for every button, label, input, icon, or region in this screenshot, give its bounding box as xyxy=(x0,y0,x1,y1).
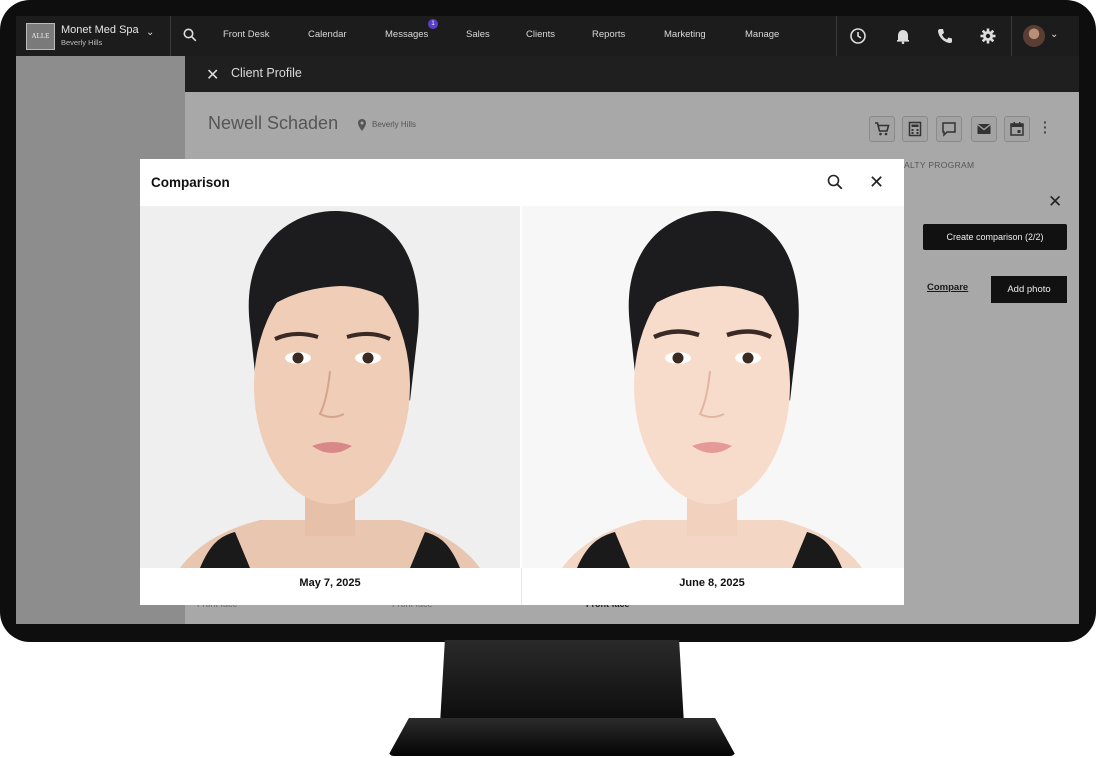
add-photo-button[interactable]: Add photo xyxy=(991,276,1067,303)
clock-icon[interactable] xyxy=(849,27,867,45)
close-icon[interactable]: ✕ xyxy=(206,65,219,85)
gear-icon[interactable] xyxy=(979,27,997,45)
client-location: Beverly Hills xyxy=(372,120,417,129)
nav-reports[interactable]: Reports xyxy=(592,29,625,40)
tab-loyalty-program[interactable]: ALTY PROGRAM xyxy=(904,160,974,170)
monitor-neck xyxy=(440,640,684,724)
chevron-down-icon[interactable]: ⌄ xyxy=(1050,29,1058,40)
phone-icon[interactable] xyxy=(936,27,954,45)
sub-header xyxy=(185,56,1079,92)
brand-location[interactable]: Beverly Hills xyxy=(61,38,102,47)
nav-marketing[interactable]: Marketing xyxy=(664,29,706,40)
comparison-modal: Comparison ✕ May 7, 2025 June 8, 2025 xyxy=(140,159,904,605)
nav-manage[interactable]: Manage xyxy=(745,29,779,40)
comparison-photo-after[interactable] xyxy=(522,206,904,568)
monitor-stand xyxy=(388,718,736,756)
mail-icon[interactable] xyxy=(971,116,997,142)
brand-name[interactable]: Monet Med Spa xyxy=(61,24,139,36)
nav-sales[interactable]: Sales xyxy=(466,29,490,40)
more-options-icon[interactable]: · · · xyxy=(1043,115,1048,139)
photo-date-after: June 8, 2025 xyxy=(679,577,745,589)
chevron-down-icon[interactable]: ⌄ xyxy=(146,27,154,38)
nav-divider xyxy=(1011,16,1012,56)
location-pin-icon xyxy=(357,118,367,136)
cart-icon[interactable] xyxy=(869,116,895,142)
zoom-search-icon[interactable] xyxy=(827,174,843,195)
messages-badge: 1 xyxy=(428,19,438,29)
calculator-icon[interactable] xyxy=(902,116,928,142)
bell-icon[interactable] xyxy=(894,27,912,45)
compare-link[interactable]: Compare xyxy=(927,282,968,293)
brand-logo: ALLE xyxy=(26,23,55,50)
close-icon[interactable]: ✕ xyxy=(869,172,884,193)
photo-date-before: May 7, 2025 xyxy=(299,577,361,589)
nav-messages[interactable]: Messages xyxy=(385,29,428,40)
sub-header-title: Client Profile xyxy=(231,66,302,80)
client-name: Newell Schaden xyxy=(208,113,339,133)
nav-divider xyxy=(836,16,837,56)
nav-calendar[interactable]: Calendar xyxy=(308,29,347,40)
nav-clients[interactable]: Clients xyxy=(526,29,555,40)
avatar[interactable] xyxy=(1023,25,1045,47)
chat-icon[interactable] xyxy=(936,116,962,142)
search-icon[interactable] xyxy=(183,28,197,47)
close-icon[interactable]: ✕ xyxy=(1048,192,1062,212)
comparison-photo-before[interactable] xyxy=(140,206,520,568)
calendar-icon[interactable] xyxy=(1004,116,1030,142)
modal-title: Comparison xyxy=(151,175,230,190)
create-comparison-button[interactable]: Create comparison (2/2) xyxy=(923,224,1067,250)
nav-front-desk[interactable]: Front Desk xyxy=(223,29,269,40)
top-nav-bar: ALLE Monet Med Spa Beverly Hills ⌄ Front… xyxy=(16,16,1079,56)
nav-divider xyxy=(170,16,171,56)
